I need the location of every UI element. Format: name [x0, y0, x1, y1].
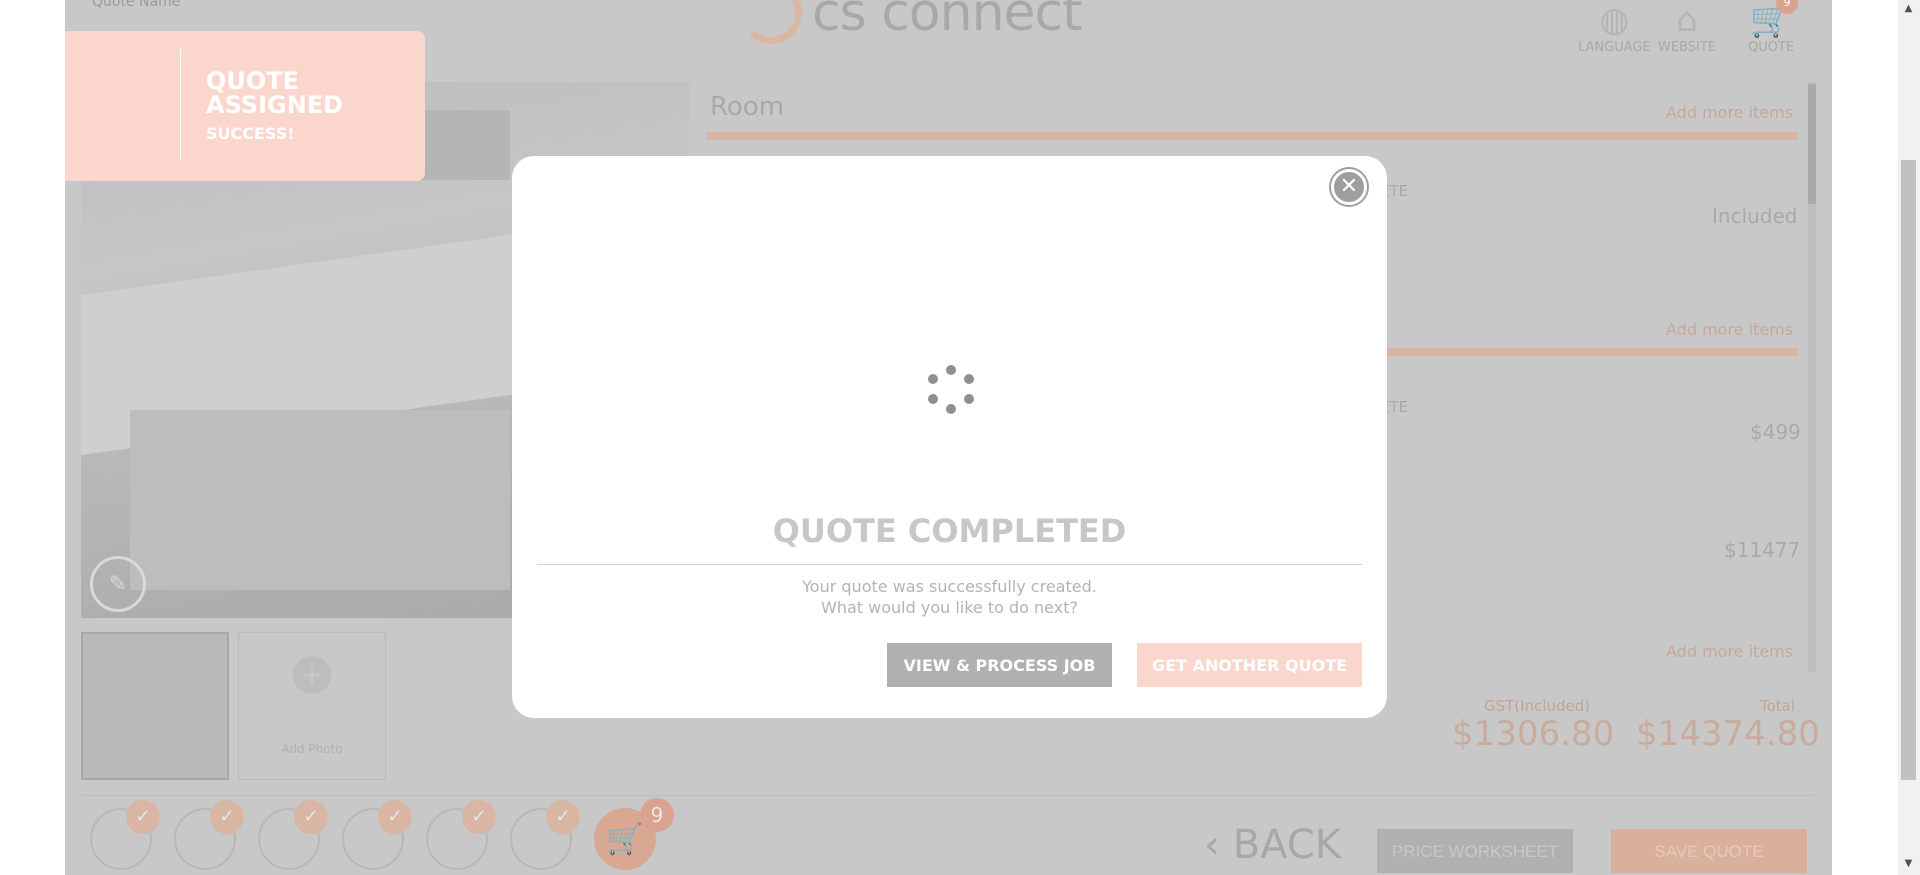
scroll-down-arrow-icon[interactable]: ▼ — [1901, 857, 1916, 871]
modal-message-line: Your quote was successfully created. — [802, 577, 1097, 596]
scroll-up-arrow-icon[interactable]: ▲ — [1901, 2, 1916, 16]
check-icon: ✓ — [546, 800, 580, 834]
check-icon: ✓ — [126, 800, 160, 834]
total-label: Total — [1760, 697, 1796, 715]
check-icon: ✓ — [294, 800, 328, 834]
add-more-items-link[interactable]: Add more items — [1666, 320, 1793, 339]
step-cart[interactable]: 🛒 9 — [594, 798, 674, 870]
add-photo-button[interactable]: + Add Photo — [238, 632, 386, 780]
save-quote-button[interactable]: SAVE QUOTE — [1611, 829, 1807, 873]
add-more-items-link[interactable]: Add more items — [1666, 103, 1793, 122]
step-cutout[interactable]: ✓ — [342, 800, 412, 870]
toast-divider — [180, 49, 181, 161]
home-icon: ⌂ — [1676, 0, 1698, 40]
cart-icon: 🛒 — [606, 821, 644, 857]
panel-scrollbar-thumb[interactable] — [1808, 84, 1816, 204]
step-benchtop[interactable]: ✓ — [90, 800, 160, 870]
plus-icon: + — [293, 656, 331, 694]
cart-count-badge: 9 — [640, 798, 674, 832]
logo: cs connect — [740, 0, 1082, 48]
back-button[interactable]: ‹ BACK — [1204, 822, 1341, 868]
item-price: $11477 — [1724, 538, 1801, 562]
chevron-left-icon: ‹ — [1204, 822, 1233, 868]
back-label: BACK — [1232, 822, 1341, 868]
check-icon: ✓ — [210, 800, 244, 834]
add-more-items-link[interactable]: Add more items — [1666, 642, 1793, 661]
gst-value: $1306.80 — [1452, 714, 1615, 754]
photo-thumbnail[interactable] — [81, 632, 229, 780]
modal-message: Your quote was successfully created. Wha… — [512, 576, 1387, 618]
step-extras[interactable]: ✓ — [510, 800, 580, 870]
quote-completed-modal — [512, 156, 1387, 718]
progress-steps: ✓ ✓ ✓ ✓ ✓ ✓ 🛒 9 — [90, 798, 674, 870]
step-sink[interactable]: ✓ — [174, 800, 244, 870]
check-icon: ✓ — [462, 800, 496, 834]
footer-divider — [81, 795, 1815, 796]
edit-photo-icon[interactable]: ✎ — [90, 556, 146, 612]
item-price: $499 — [1750, 420, 1801, 444]
success-toast: QUOTE ASSIGNED SUCCESS! — [65, 31, 425, 181]
logo-text: cs connect — [812, 0, 1082, 43]
modal-message-line: What would you like to do next? — [821, 598, 1078, 617]
item-price: Included — [1712, 204, 1798, 228]
section-divider — [707, 132, 1797, 140]
step-edge[interactable]: ✓ — [258, 800, 328, 870]
gst-label: GST(Included) — [1484, 697, 1591, 715]
globe-icon: ◍ — [1599, 0, 1630, 40]
room-photo-cabinet — [130, 410, 510, 590]
nav-language-label: LANGUAGE — [1578, 40, 1651, 55]
nav-website[interactable]: ⌂ WEBSITE — [1658, 0, 1716, 55]
modal-divider — [537, 564, 1362, 565]
add-photo-label: Add Photo — [281, 742, 343, 756]
get-another-quote-button[interactable]: GET ANOTHER QUOTE — [1137, 643, 1362, 687]
close-icon[interactable]: ✕ — [1331, 169, 1367, 205]
toast-title: QUOTE ASSIGNED — [206, 67, 344, 119]
total-value: $14374.80 — [1636, 714, 1820, 754]
logo-ring-icon — [740, 0, 802, 44]
step-splashback[interactable]: ✓ — [426, 800, 496, 870]
page-scrollbar-thumb[interactable] — [1901, 160, 1916, 780]
nav-quote-label: QUOTE — [1748, 40, 1795, 55]
modal-title: QUOTE COMPLETED — [772, 512, 1127, 550]
view-process-job-button[interactable]: VIEW & PROCESS JOB — [887, 643, 1112, 687]
nav-website-label: WEBSITE — [1658, 40, 1716, 55]
quote-name-label: Quote Name — [92, 0, 181, 10]
room-title: Room — [710, 92, 785, 122]
nav-quote[interactable]: 🛒 QUOTE 9 — [1748, 0, 1799, 55]
check-icon: ✓ — [378, 800, 412, 834]
price-worksheet-button[interactable]: PRICE WORKSHEET — [1377, 829, 1573, 873]
loading-spinner-icon — [925, 365, 977, 417]
nav-language[interactable]: ◍ LANGUAGE — [1578, 0, 1651, 55]
toast-subtitle: SUCCESS! — [206, 124, 295, 143]
